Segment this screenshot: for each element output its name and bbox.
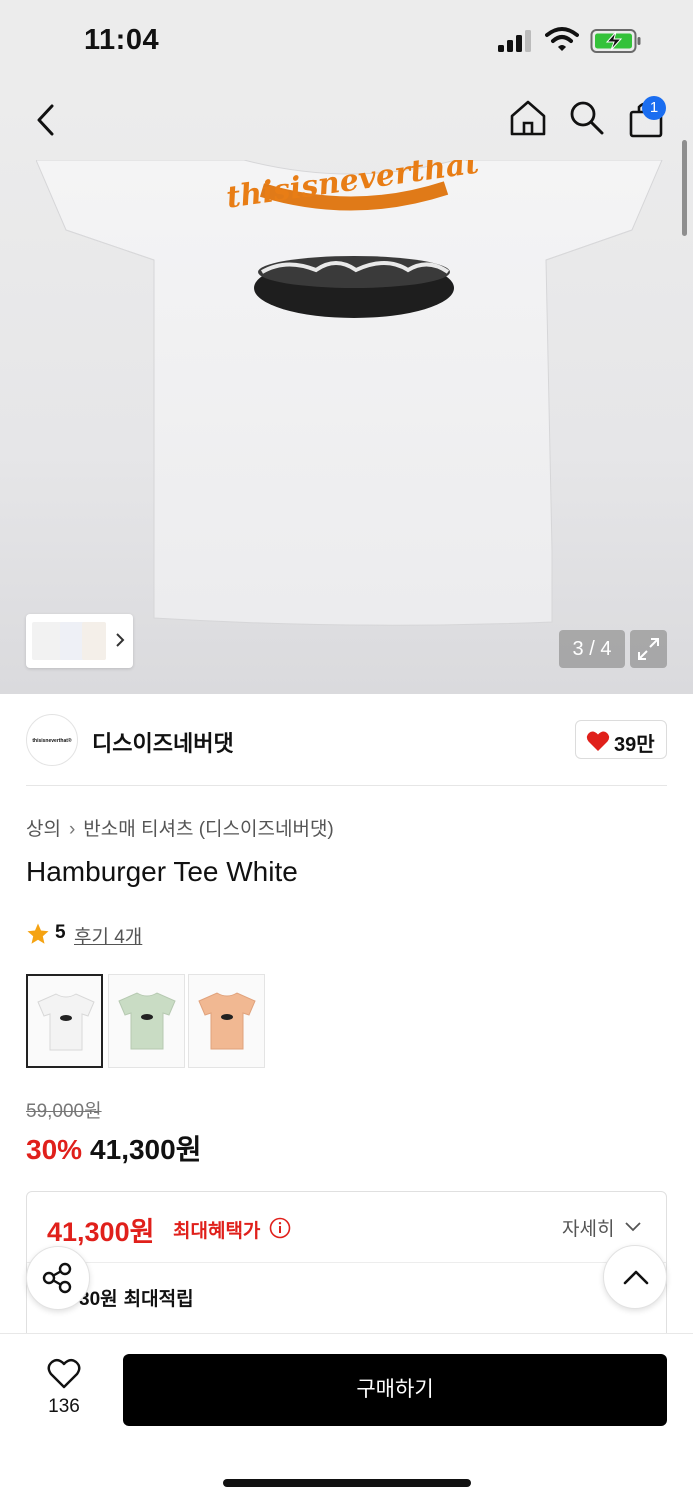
brand-logo[interactable]: thisisneverthat® — [26, 714, 78, 766]
original-price: 59,000원 — [26, 1101, 102, 1122]
status-bar: 11:04 — [0, 0, 693, 84]
product-title: Hamburger Tee White — [26, 856, 298, 887]
divider — [26, 785, 667, 786]
heart-outline-icon — [47, 1358, 81, 1389]
price-row: 30% 41,300원 — [26, 1128, 201, 1168]
color-option-peach[interactable] — [188, 974, 265, 1068]
search-icon[interactable] — [567, 98, 607, 138]
product-image-gallery[interactable]: thisisneverthat 3 / 4 — [0, 84, 693, 694]
back-arrow-icon[interactable] — [30, 100, 66, 140]
home-icon[interactable] — [508, 98, 548, 138]
home-indicator — [223, 1479, 471, 1487]
wishlist-count: 136 — [48, 1396, 80, 1417]
divider — [27, 1262, 666, 1263]
breadcrumb-subcategory[interactable]: 반소매 티셔츠 (디스이즈네버댓) — [83, 819, 333, 840]
image-thumbnail-strip[interactable] — [26, 614, 133, 668]
discount-rate: 30% — [26, 1134, 83, 1165]
cellular-signal-icon — [498, 30, 531, 52]
points-label: 최대적립 — [123, 1289, 194, 1310]
rating-score: 5 — [55, 922, 66, 943]
sale-price: 41,300원 — [90, 1134, 202, 1165]
max-points: 30원 최대적립 — [79, 1284, 194, 1311]
expand-icon — [638, 638, 659, 660]
wishlist-button[interactable]: 136 — [26, 1354, 102, 1424]
chevron-right-icon: › — [68, 819, 76, 840]
share-button[interactable] — [26, 1246, 90, 1310]
chevron-down-icon[interactable] — [624, 1220, 642, 1234]
review-count-link[interactable]: 후기 4개 — [74, 922, 142, 949]
status-time: 11:04 — [84, 24, 160, 56]
tshirt-icon — [118, 992, 176, 1050]
max-benefit-box: 41,300원 최대혜택가 자세히 30원 최대적립 — [26, 1191, 667, 1351]
scroll-to-top-button[interactable] — [603, 1245, 667, 1309]
wifi-icon — [545, 27, 579, 51]
scrollbar[interactable] — [682, 140, 687, 236]
image-counter: 3 / 4 — [559, 630, 625, 668]
brand-like-count: 39만 — [614, 734, 655, 756]
max-benefit-price: 41,300원 — [47, 1217, 155, 1247]
bottom-purchase-bar: 136 구매하기 — [0, 1333, 693, 1500]
benefit-detail-toggle[interactable]: 자세히 — [562, 1214, 614, 1241]
chevron-right-icon — [116, 633, 125, 647]
brand-name[interactable]: 디스이즈네버댓 — [92, 726, 234, 758]
buy-button[interactable]: 구매하기 — [123, 1354, 667, 1426]
thumbnail-peach — [82, 622, 106, 660]
product-photo: thisisneverthat — [36, 160, 663, 626]
star-icon — [27, 923, 49, 944]
battery-charging-icon — [590, 29, 641, 53]
color-option-white[interactable] — [26, 974, 103, 1068]
heart-filled-icon — [586, 731, 610, 751]
chevron-up-icon — [623, 1270, 649, 1285]
brand-like-button[interactable]: 39만 — [575, 720, 667, 759]
max-benefit-label: 최대혜택가 — [173, 1221, 261, 1242]
expand-image-button[interactable] — [630, 630, 667, 668]
breadcrumb-category[interactable]: 상의 — [26, 819, 61, 840]
tshirt-icon — [198, 992, 256, 1050]
share-icon — [42, 1262, 72, 1294]
tshirt-icon — [37, 993, 95, 1051]
cart-count-badge: 1 — [642, 96, 666, 120]
info-icon[interactable] — [269, 1217, 291, 1239]
breadcrumb: 상의 › 반소매 티셔츠 (디스이즈네버댓) — [26, 814, 334, 841]
color-option-mint[interactable] — [108, 974, 185, 1068]
